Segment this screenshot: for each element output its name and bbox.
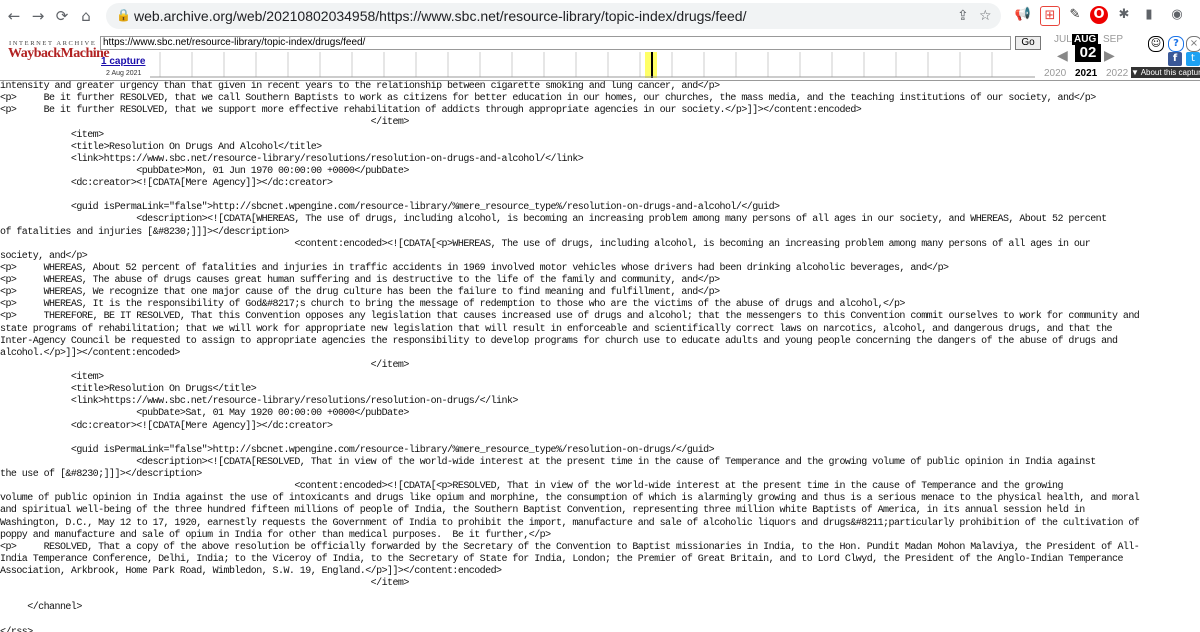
year-next[interactable]: 2022 — [1106, 68, 1128, 79]
profile-icon[interactable]: ◉ — [1168, 6, 1186, 24]
content-line: </item> — [0, 117, 410, 129]
about-capture-button[interactable]: ▼ About this capture — [1131, 67, 1200, 78]
prev-capture-arrow-icon[interactable]: ◀ — [1057, 48, 1068, 64]
content-line: of fatalities and injuries [&#8230;]]]><… — [0, 226, 289, 238]
wayback-toolbar: INTERNET ARCHIVE WaybackMachine https://… — [0, 32, 1200, 81]
account-icon[interactable]: ☺ — [1148, 36, 1164, 52]
content-line: Inter-Agency Council be requested to ass… — [0, 335, 1118, 347]
content-line: <link>https://www.sbc.net/resource-libra… — [0, 153, 584, 165]
home-icon[interactable]: ⌂ — [76, 6, 96, 26]
content-line: <p> WHEREAS, About 52 percent of fatalit… — [0, 262, 949, 274]
content-line: </item> — [0, 578, 410, 590]
back-arrow-icon[interactable]: ← — [4, 6, 24, 26]
content-line: <pubDate>Mon, 01 Jun 1970 00:00:00 +0000… — [0, 165, 409, 177]
content-line: and spiritual well-being of the three hu… — [0, 505, 1085, 517]
content-line: poppy and manufacture and sale of opium … — [0, 529, 551, 541]
extension-translate-icon[interactable]: ⊞ — [1040, 6, 1060, 26]
content-line: the use of [&#8230;]]]></description> — [0, 469, 202, 480]
forward-arrow-icon[interactable]: → — [28, 6, 48, 26]
content-line: <title>Resolution On Drugs And Alcohol</… — [0, 141, 322, 153]
twitter-icon[interactable]: t — [1186, 52, 1200, 66]
rss-source-text: intensity and greater urgency than that … — [0, 81, 1200, 632]
year-current: 2021 — [1075, 68, 1098, 79]
extension-megaphone-icon[interactable]: 📢 — [1014, 6, 1032, 24]
capture-day: 02 — [1075, 44, 1101, 62]
wayback-logo[interactable]: WaybackMachine — [8, 46, 110, 62]
help-icon[interactable]: ? — [1168, 36, 1184, 52]
content-line: <title>Resolution On Drugs</title> — [0, 384, 257, 396]
content-line: </item> — [0, 359, 410, 371]
content-line: <item> — [0, 372, 104, 383]
content-line: </rss> — [0, 627, 33, 632]
content-line: <p> RESOLVED, That a copy of the above r… — [0, 541, 1140, 553]
content-line: <guid isPermaLink="false">http://sbcnet.… — [0, 202, 780, 214]
content-line: <p> WHEREAS, The abuse of drugs causes g… — [0, 275, 720, 286]
content-line: <description><![CDATA[WHEREAS, The use o… — [0, 214, 1107, 226]
content-line: Washington, D.C., May 12 to 17, 1920, ea… — [0, 517, 1140, 529]
captures-link[interactable]: 1 capture — [101, 56, 145, 67]
content-line: <item> — [0, 129, 104, 141]
lock-icon: 🔒 — [116, 8, 131, 22]
content-line: <p> Be it further RESOLVED, that we call… — [0, 93, 1096, 105]
next-capture-arrow-icon[interactable]: ▶ — [1104, 48, 1115, 64]
content-line: <pubDate>Sat, 01 May 1920 00:00:00 +0000… — [0, 408, 409, 420]
content-line: <guid isPermaLink="false">http://sbcnet.… — [0, 444, 715, 456]
address-bar-url: web.archive.org/web/20210802034958/https… — [134, 8, 747, 24]
content-line: <content:encoded><![CDATA[<p>WHEREAS, Th… — [0, 238, 1091, 250]
content-line: </channel> — [0, 602, 82, 614]
facebook-icon[interactable]: f — [1168, 52, 1182, 66]
wayback-url-input[interactable]: https://www.sbc.net/resource-library/top… — [100, 36, 1011, 50]
sparkline-ticks — [159, 52, 993, 77]
content-line: <p> Be it further RESOLVED, that we supp… — [0, 105, 862, 117]
extensions-puzzle-icon[interactable]: ✱ — [1115, 6, 1133, 24]
go-button[interactable]: Go — [1015, 36, 1041, 50]
content-line: <dc:creator><![CDATA[Mere Agency]]></dc:… — [0, 420, 333, 432]
month-prev[interactable]: JUL — [1054, 34, 1072, 45]
content-line: state programs of rehabilitation; that w… — [0, 323, 1113, 335]
close-icon[interactable]: × — [1186, 36, 1200, 52]
side-panel-icon[interactable]: ▮ — [1140, 6, 1158, 24]
content-line: society, and</p> — [0, 250, 88, 262]
content-line: volume of public opinion in India agains… — [0, 493, 1140, 505]
browser-toolbar: ← → ⟳ ⌂ 🔒 web.archive.org/web/2021080203… — [0, 0, 1200, 33]
address-bar[interactable]: 🔒 web.archive.org/web/20210802034958/htt… — [106, 3, 1001, 29]
year-prev[interactable]: 2020 — [1044, 68, 1066, 79]
content-line: <dc:creator><![CDATA[Mere Agency]]></dc:… — [0, 178, 333, 189]
capture-sparkline[interactable] — [150, 52, 1035, 78]
content-line: India Temperance Conference, Delhi, Indi… — [0, 553, 1123, 565]
content-line: <p> WHEREAS, We recognize that one major… — [0, 287, 720, 299]
bookmark-star-icon[interactable]: ☆ — [979, 8, 992, 24]
month-next[interactable]: SEP — [1103, 34, 1123, 45]
content-line: <link>https://www.sbc.net/resource-libra… — [0, 396, 519, 408]
content-line: alcohol.</p>]]></content:encoded> — [0, 347, 180, 359]
content-line: Association, Arkbrook, Home Park Road, W… — [0, 566, 502, 577]
capture-date: 2 Aug 2021 — [106, 70, 142, 77]
content-line: <p> THEREFORE, BE IT RESOLVED, That this… — [0, 311, 1140, 323]
content-line: <p> WHEREAS, It is the responsibility of… — [0, 299, 905, 311]
content-line: <content:encoded><![CDATA[<p>RESOLVED, T… — [0, 481, 1063, 493]
content-line: intensity and greater urgency than that … — [0, 81, 720, 92]
extension-opera-icon[interactable]: O — [1090, 6, 1108, 24]
reload-icon[interactable]: ⟳ — [52, 6, 72, 26]
extension-pen-icon[interactable]: ✎ — [1066, 6, 1084, 24]
rss-feed-content: intensity and greater urgency than that … — [0, 81, 1200, 632]
content-line: <description><![CDATA[RESOLVED, That in … — [0, 456, 1096, 468]
share-icon[interactable]: ⇪ — [957, 8, 969, 24]
